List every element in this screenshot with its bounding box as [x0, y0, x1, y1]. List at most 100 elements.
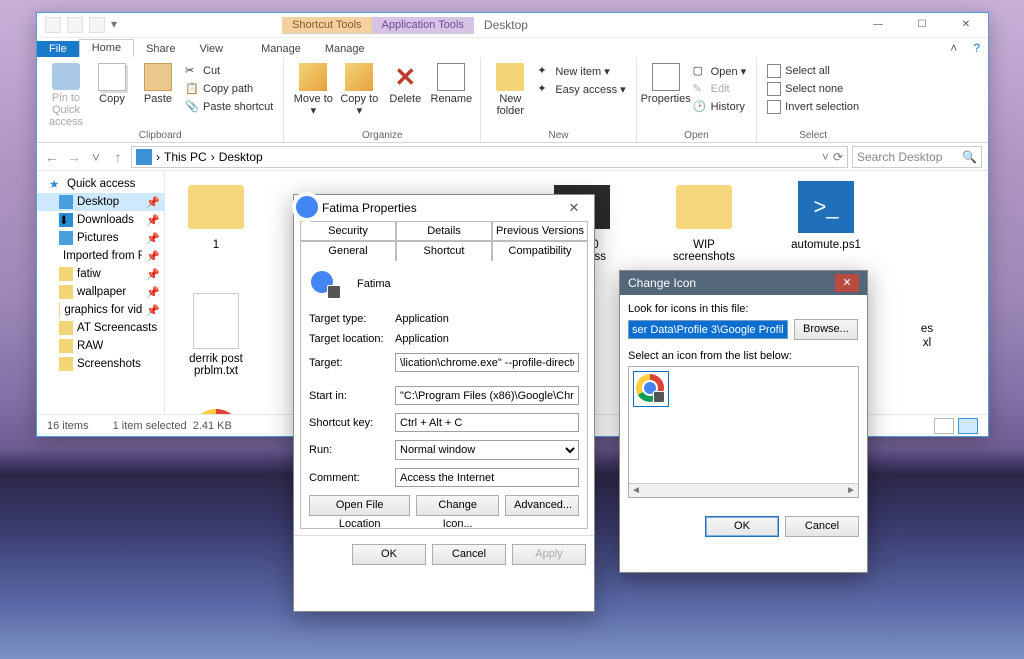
help-icon[interactable]: ? — [965, 39, 988, 57]
scroll-right-icon[interactable]: ► — [846, 485, 856, 496]
dialog-title-bar[interactable]: Fatima Properties ✕ — [294, 195, 594, 221]
move-to-button[interactable]: Move to ▾ — [290, 59, 336, 128]
search-input[interactable]: Search Desktop 🔍 — [852, 146, 982, 168]
nav-wallpaper[interactable]: wallpaper📌 — [37, 283, 164, 301]
tab-compatibility[interactable]: Compatibility — [492, 241, 588, 261]
close-button[interactable]: ✕ — [944, 14, 988, 36]
view-details-button[interactable] — [934, 418, 954, 434]
nav-forward-button[interactable]: → — [65, 148, 83, 166]
tab-manage-shortcut[interactable]: Manage — [249, 41, 313, 57]
qat-customize-icon[interactable]: ▾ — [111, 17, 117, 33]
select-all-button[interactable]: Select all — [763, 63, 863, 79]
view-large-icons-button[interactable] — [958, 418, 978, 434]
cancel-button[interactable]: Cancel — [432, 544, 506, 565]
dialog-close-button[interactable]: ✕ — [835, 274, 859, 292]
rename-button[interactable]: Rename — [428, 59, 474, 128]
invert-selection-button[interactable]: Invert selection — [763, 99, 863, 115]
tab-view[interactable]: View — [187, 41, 235, 57]
open-button[interactable]: ▢Open ▾ — [689, 63, 751, 79]
shortcut-key-input[interactable] — [395, 413, 579, 432]
pin-to-quick-access-button[interactable]: Pin to Quick access — [43, 59, 89, 128]
ribbon: Pin to Quick access Copy Paste ✂Cut 📋Cop… — [37, 57, 988, 143]
icon-option-chrome-profile[interactable] — [633, 371, 669, 407]
browse-button[interactable]: Browse... — [794, 319, 858, 340]
tab-file[interactable]: File — [37, 41, 79, 57]
ribbon-collapse-icon[interactable]: ˄ — [942, 39, 965, 57]
properties-button[interactable]: Properties — [643, 59, 689, 128]
copy-button[interactable]: Copy — [89, 59, 135, 128]
apply-button[interactable]: Apply — [512, 544, 586, 565]
copy-to-button[interactable]: Copy to ▾ — [336, 59, 382, 128]
history-button[interactable]: 🕑History — [689, 99, 751, 115]
address-dropdown-icon[interactable]: ˅ — [822, 150, 829, 164]
cut-button[interactable]: ✂Cut — [181, 63, 277, 79]
breadcrumb-this-pc[interactable]: This PC — [164, 150, 207, 164]
change-icon-button[interactable]: Change Icon... — [416, 495, 499, 516]
ok-button[interactable]: OK — [705, 516, 779, 537]
cancel-button[interactable]: Cancel — [785, 516, 859, 537]
tab-details[interactable]: Details — [396, 221, 492, 241]
scroll-left-icon[interactable]: ◄ — [631, 485, 641, 496]
icon-path-input[interactable] — [628, 320, 788, 339]
icon-list[interactable]: ◄► — [628, 366, 859, 498]
address-bar[interactable]: › This PC › Desktop ˅ ⟳ — [131, 146, 848, 168]
tab-general[interactable]: General — [300, 241, 396, 261]
folder-icon[interactable] — [45, 17, 61, 33]
nav-screencasts[interactable]: AT Screencasts — [37, 319, 164, 337]
item-derrik-txt[interactable]: derrik post prblm.txt — [175, 291, 257, 377]
nav-graphics[interactable]: graphics for vid📌 — [37, 301, 164, 319]
nav-pictures[interactable]: Pictures📌 — [37, 229, 164, 247]
refresh-icon[interactable]: ⟳ — [833, 150, 843, 164]
item-wip-screenshots[interactable]: WIP screenshots — [663, 177, 745, 263]
advanced-button[interactable]: Advanced... — [505, 495, 579, 516]
properties-qat-icon[interactable] — [67, 17, 83, 33]
tab-home[interactable]: Home — [79, 39, 134, 57]
item-automute[interactable]: >_ automute.ps1 — [785, 177, 867, 263]
nav-up-button[interactable]: ↑ — [109, 148, 127, 166]
comment-input[interactable] — [395, 468, 579, 487]
nav-imported[interactable]: Imported from F📌 — [37, 247, 164, 265]
item-work-shortcut[interactable]: Work — [175, 405, 257, 414]
edit-button[interactable]: ✎Edit — [689, 81, 751, 97]
breadcrumb-segment[interactable]: › — [156, 150, 160, 164]
chrome-icon — [190, 409, 242, 414]
nav-recent-button[interactable]: ˅ — [87, 148, 105, 166]
tab-security[interactable]: Security — [300, 221, 396, 241]
breadcrumb-desktop[interactable]: Desktop — [219, 150, 263, 164]
item-es[interactable]: es xl — [907, 291, 947, 377]
nav-desktop[interactable]: Desktop📌 — [37, 193, 164, 211]
ok-button[interactable]: OK — [352, 544, 426, 565]
minimize-button[interactable]: — — [856, 14, 900, 36]
new-folder-button[interactable]: New folder — [487, 59, 533, 128]
target-input[interactable] — [395, 353, 579, 372]
tab-previous-versions[interactable]: Previous Versions — [492, 221, 588, 241]
maximize-button[interactable]: ☐ — [900, 14, 944, 36]
copy-path-button[interactable]: 📋Copy path — [181, 81, 277, 97]
tab-shortcut[interactable]: Shortcut — [396, 241, 492, 261]
delete-button[interactable]: ✕Delete — [382, 59, 428, 128]
dialog-close-button[interactable]: ✕ — [560, 200, 588, 216]
nav-back-button[interactable]: ← — [43, 148, 61, 166]
nav-screenshots[interactable]: Screenshots — [37, 355, 164, 373]
breadcrumb-separator[interactable]: › — [211, 150, 215, 164]
item-label: WIP screenshots — [663, 239, 745, 263]
new-folder-qat-icon[interactable] — [89, 17, 105, 33]
run-select[interactable]: Normal window — [395, 440, 579, 460]
dialog-title-bar[interactable]: Change Icon ✕ — [620, 271, 867, 295]
tab-share[interactable]: Share — [134, 41, 187, 57]
easy-access-button[interactable]: ✦Easy access ▾ — [533, 81, 629, 97]
open-file-location-button[interactable]: Open File Location — [309, 495, 410, 516]
nav-fatiw[interactable]: fatiw📌 — [37, 265, 164, 283]
paste-button[interactable]: Paste — [135, 59, 181, 128]
folder-icon — [59, 267, 73, 281]
paste-shortcut-button[interactable]: 📎Paste shortcut — [181, 99, 277, 115]
start-in-input[interactable] — [395, 386, 579, 405]
select-none-button[interactable]: Select none — [763, 81, 863, 97]
nav-quick-access[interactable]: ★Quick access — [37, 175, 164, 193]
tab-manage-app[interactable]: Manage — [313, 41, 377, 57]
nav-raw[interactable]: RAW — [37, 337, 164, 355]
new-item-button[interactable]: ✦New item ▾ — [533, 63, 629, 79]
horizontal-scrollbar[interactable]: ◄► — [629, 483, 858, 497]
nav-downloads[interactable]: ⬇Downloads📌 — [37, 211, 164, 229]
item-folder-1[interactable]: 1 — [175, 177, 257, 263]
